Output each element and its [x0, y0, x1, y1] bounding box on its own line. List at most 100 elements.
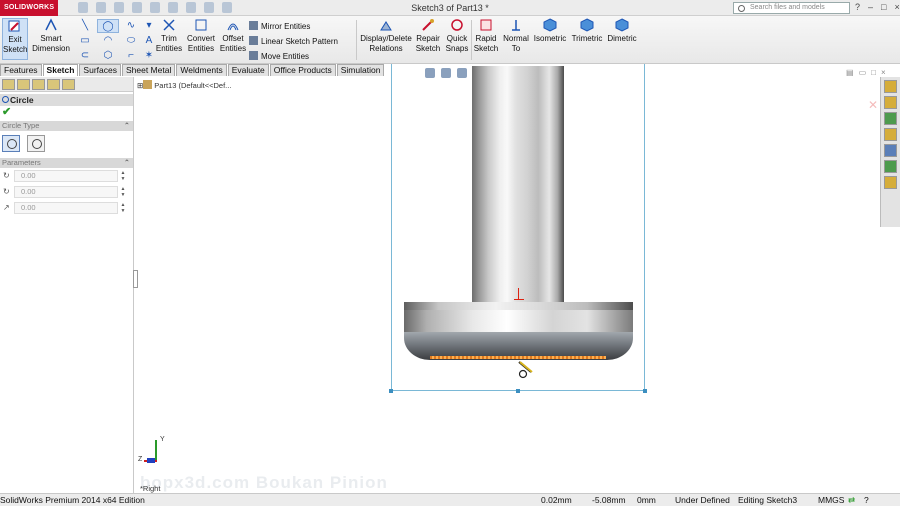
polygon-icon[interactable]: ⬡	[97, 49, 119, 63]
trim-entities-button[interactable]: Trim Entities	[153, 18, 185, 54]
spinner-icon[interactable]: ▲ ▼	[119, 186, 127, 198]
tile-icon[interactable]: ▤	[846, 68, 854, 77]
tab-sketch[interactable]: Sketch	[42, 64, 79, 76]
ok-checkmark-button[interactable]: ✔	[0, 106, 133, 120]
confirmation-corner-close-icon[interactable]: ✕	[868, 98, 878, 112]
view-palette-icon[interactable]	[884, 128, 897, 141]
part-name: Part13 (Default<<Def...	[154, 81, 232, 90]
close-viewport-icon[interactable]: ×	[881, 68, 886, 77]
help-icon[interactable]: ?	[864, 494, 869, 506]
trimetric-button[interactable]: Trimetric	[570, 18, 604, 44]
triad-y-axis	[155, 440, 157, 462]
perimeter-circle-icon[interactable]	[27, 135, 45, 152]
view-name: *Right	[140, 484, 161, 493]
center-y-value[interactable]: 0.00	[14, 186, 118, 198]
file-explorer-icon[interactable]	[884, 112, 897, 125]
highlighted-edge[interactable]	[430, 356, 606, 359]
rebuild-status-icon[interactable]: ⇄	[848, 494, 855, 506]
move-entities-item[interactable]: Move Entities	[249, 49, 338, 64]
bbox-handle[interactable]	[516, 389, 520, 393]
center-y-field[interactable]: ↻ 0.00 ▲ ▼	[0, 185, 133, 200]
property-manager-title: Circle	[0, 94, 133, 106]
feature-manager-tab-icon[interactable]	[2, 79, 15, 90]
spline-icon[interactable]: ∿	[120, 19, 142, 33]
isometric-button[interactable]: Isometric	[533, 18, 567, 44]
feature-tree-flyout[interactable]: ⊞ Part13 (Default<<Def...	[137, 80, 231, 90]
panel-splitter-handle[interactable]	[133, 270, 138, 288]
maximize-viewport-icon[interactable]: □	[871, 68, 876, 77]
circle-type-group-header[interactable]: Circle Type ⌃	[0, 121, 133, 131]
repair-sketch-button[interactable]: Repair Sketch	[414, 18, 442, 54]
property-manager-tab-icon[interactable]	[17, 79, 30, 90]
collapse-icon[interactable]: ⌃	[124, 121, 130, 131]
tab-simulation[interactable]: Simulation	[336, 64, 385, 76]
trimetric-label: Trimetric	[571, 34, 603, 43]
dimetric-button[interactable]: Dimetric	[606, 18, 638, 44]
triad-z-axis	[147, 458, 155, 463]
offset-entities-button[interactable]: Offset Entities	[218, 18, 248, 54]
repair-icon	[422, 19, 434, 31]
smart-dimension-button[interactable]: Smart Dimension	[30, 18, 72, 54]
configuration-manager-tab-icon[interactable]	[32, 79, 45, 90]
exit-sketch-button[interactable]: Exit Sketch	[2, 18, 28, 60]
pin-shaft-model[interactable]	[472, 66, 564, 304]
tab-features[interactable]: Features	[0, 64, 42, 76]
center-x-field[interactable]: ↻ 0.00 ▲ ▼	[0, 169, 133, 184]
solidworks-resources-icon[interactable]	[884, 80, 897, 93]
slot-icon[interactable]: ⊂	[74, 49, 96, 63]
radius-field[interactable]: ↗ 0.00 ▲ ▼	[0, 201, 133, 216]
custom-properties-icon[interactable]	[884, 160, 897, 173]
design-library-icon[interactable]	[884, 96, 897, 109]
offset-entities-label: Offset Entities	[219, 34, 247, 53]
restore-icon[interactable]: ▭	[859, 68, 867, 77]
tab-evaluate[interactable]: Evaluate	[227, 64, 269, 76]
display-delete-relations-button[interactable]: Display/Delete Relations	[359, 18, 413, 54]
x-coordinate: 0.02mm	[541, 495, 572, 505]
unit-system[interactable]: MMGS	[818, 494, 844, 506]
tab-sheet-metal[interactable]: Sheet Metal	[121, 64, 176, 76]
fillet-icon[interactable]: ⌐	[120, 49, 142, 63]
circle-icon[interactable]: ◯	[97, 19, 119, 33]
linear-sketch-pattern-item[interactable]: Linear Sketch Pattern	[249, 34, 338, 49]
search-input[interactable]: Search files and models	[733, 2, 850, 14]
command-manager-tabs: Features Sketch Surfaces Sheet Metal Wel…	[0, 64, 385, 76]
dimxpert-manager-tab-icon[interactable]	[47, 79, 60, 90]
maximize-button[interactable]: □	[881, 2, 886, 12]
line-icon[interactable]: ╲	[74, 19, 96, 33]
pin-head-model[interactable]	[404, 302, 633, 360]
rectangle-icon[interactable]: ▭	[74, 34, 96, 48]
circle-cursor-icon	[518, 361, 533, 379]
convert-entities-button[interactable]: Convert Entities	[184, 18, 218, 54]
tab-office-products[interactable]: Office Products	[269, 64, 336, 76]
origin-marker	[514, 299, 524, 300]
status-bar: SolidWorks Premium 2014 x64 Edition 0.02…	[0, 493, 900, 506]
tab-surfaces[interactable]: Surfaces	[79, 64, 121, 76]
pattern-icon	[249, 36, 258, 45]
edition-text: SolidWorks Premium 2014 x64 Edition	[0, 495, 145, 505]
radius-value[interactable]: 0.00	[14, 202, 118, 214]
help-icon[interactable]: ?	[855, 2, 860, 12]
spinner-icon[interactable]: ▲ ▼	[119, 202, 127, 214]
appearances-icon[interactable]	[884, 144, 897, 157]
close-button[interactable]: ×	[894, 2, 899, 12]
arc-icon[interactable]: ◠	[97, 34, 119, 48]
parameters-group-header[interactable]: Parameters ⌃	[0, 158, 133, 168]
normal-to-button[interactable]: Normal To	[501, 18, 531, 54]
center-x-value[interactable]: 0.00	[14, 170, 118, 182]
spinner-icon[interactable]: ▲ ▼	[119, 170, 127, 182]
mirror-entities-item[interactable]: Mirror Entities	[249, 19, 338, 34]
center-circle-icon[interactable]	[2, 135, 20, 152]
bbox-handle[interactable]	[643, 389, 647, 393]
collapse-icon[interactable]: ⌃	[124, 158, 130, 168]
forum-icon[interactable]	[884, 176, 897, 189]
watermark: bopx3d.com Boukan Pinion	[140, 473, 388, 492]
display-manager-tab-icon[interactable]	[62, 79, 75, 90]
triad-z-label: Z	[138, 456, 143, 463]
rapid-sketch-button[interactable]: Rapid Sketch	[472, 18, 500, 54]
ellipse-icon[interactable]: ⬭	[120, 34, 142, 48]
tab-weldments[interactable]: Weldments	[176, 64, 227, 76]
minimize-button[interactable]: –	[868, 2, 873, 12]
quick-snaps-button[interactable]: Quick Snaps	[444, 18, 470, 54]
dimetric-label: Dimetric	[607, 34, 637, 43]
bbox-handle[interactable]	[389, 389, 393, 393]
